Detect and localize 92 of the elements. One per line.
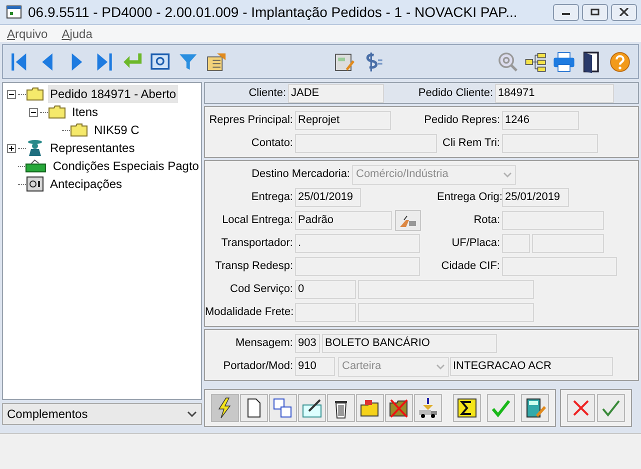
replace-button[interactable] <box>269 394 297 422</box>
chevron-down-icon <box>503 172 512 178</box>
text-field[interactable]: INTEGRACAO ACR <box>450 357 613 376</box>
folder-icon <box>70 123 88 137</box>
tree-item[interactable]: Representantes <box>48 139 137 157</box>
field-label: Cod Serviço: <box>229 282 294 298</box>
delete-button[interactable] <box>327 394 355 422</box>
sigma-icon <box>456 397 478 419</box>
field-label: Rota: <box>472 213 501 228</box>
printer-icon[interactable] <box>552 50 576 74</box>
maximize-icon <box>590 8 600 16</box>
field-label: Cliente: <box>248 86 287 101</box>
field-label: Portador/Mod: <box>222 359 294 374</box>
tree-item[interactable]: Antecipações <box>48 175 124 193</box>
field-label: Cli Rem Tri: <box>442 136 501 152</box>
text-field[interactable]: BOLETO BANCÁRIO <box>322 334 497 353</box>
calculator-icon <box>524 397 546 419</box>
lightning-button[interactable] <box>211 394 239 422</box>
collapse-toggle[interactable] <box>29 108 38 116</box>
safe-icon <box>26 176 44 192</box>
text-field[interactable] <box>295 303 356 322</box>
field-label: Repres Principal: <box>208 113 294 128</box>
text-field[interactable]: 184971 <box>495 84 614 102</box>
text-field[interactable] <box>295 257 420 276</box>
close-icon <box>619 8 629 16</box>
help-icon[interactable] <box>608 50 632 74</box>
field-label: Pedido Repres: <box>423 113 501 128</box>
folder-icon <box>48 105 66 119</box>
ok-button[interactable] <box>597 394 625 422</box>
tree-item[interactable]: Condições Especiais Pagto <box>50 157 201 175</box>
field-label: Pedido Cliente: <box>417 86 494 101</box>
chevron-down-icon <box>187 411 197 417</box>
text-field[interactable] <box>358 303 534 322</box>
window-title: 06.9.5511 - PD4000 - 2.00.01.009 - Implantação Pedidos - 1 - NOVACKI PAP... <box>28 2 518 22</box>
text-field[interactable]: Reprojet <box>295 111 391 130</box>
check-icon <box>490 397 512 419</box>
field-label: Contato: <box>250 136 294 152</box>
field-label: Cidade CIF: <box>440 259 501 274</box>
text-field[interactable] <box>502 234 530 253</box>
field-label: Transp Redesp: <box>214 259 294 274</box>
text-field[interactable]: 903 <box>295 334 320 353</box>
text-field[interactable]: 1246 <box>502 111 579 130</box>
open-folder-button[interactable] <box>356 394 384 422</box>
text-field[interactable]: . <box>295 234 420 253</box>
confirm-button[interactable] <box>487 394 515 422</box>
person-icon <box>26 139 44 157</box>
field-label: UF/Placa: <box>450 236 501 252</box>
grid-pencil-icon <box>301 397 323 419</box>
field-label: Entrega: <box>250 190 294 206</box>
text-field[interactable] <box>502 257 617 276</box>
text-field[interactable] <box>502 134 598 153</box>
field-label: Local Entrega: <box>221 213 294 228</box>
truck-icon <box>417 397 439 419</box>
text-field[interactable] <box>532 234 604 253</box>
cancel-folder-button[interactable] <box>385 394 413 422</box>
text-field[interactable]: JADE <box>288 84 384 102</box>
tree-item[interactable]: Itens <box>70 103 100 121</box>
calculator-button[interactable] <box>521 394 549 422</box>
field-label: Entrega Orig: <box>437 190 502 206</box>
chevron-down-icon <box>436 364 445 370</box>
collapse-toggle[interactable] <box>7 90 16 98</box>
close-button[interactable] <box>611 4 637 20</box>
text-field[interactable]: 25/01/2019 <box>502 188 569 207</box>
text-field[interactable] <box>358 280 534 299</box>
text-field[interactable]: 910 <box>295 357 335 376</box>
text-field[interactable]: 0 <box>295 280 356 299</box>
text-field[interactable] <box>502 211 604 230</box>
complementos-dropdown[interactable]: Complementos <box>2 403 202 425</box>
folder-cross-icon <box>388 397 410 419</box>
text-field[interactable] <box>295 134 437 153</box>
tree-item[interactable]: Pedido 184971 - Aberto <box>48 85 178 103</box>
delivery-location-button[interactable] <box>395 210 421 231</box>
sum-button[interactable] <box>453 394 481 422</box>
cancel-button[interactable] <box>567 394 595 422</box>
text-field[interactable]: 25/01/2019 <box>295 188 361 207</box>
app-icon <box>6 5 22 19</box>
maximize-button[interactable] <box>582 4 608 20</box>
new-document-button[interactable] <box>240 394 268 422</box>
field-label: Destino Mercadoria: <box>250 167 351 182</box>
folder-icon <box>359 397 381 419</box>
truck-button[interactable] <box>414 394 442 422</box>
field-label: Modalidade Frete: <box>205 305 295 320</box>
field-label: Mensagem: <box>234 336 294 352</box>
minimize-button[interactable] <box>553 4 579 20</box>
expand-toggle[interactable] <box>7 144 16 152</box>
text-field[interactable]: Padrão <box>295 211 392 230</box>
menu-item[interactable]: Arquivo <box>7 24 48 42</box>
field-label: Transportador: <box>220 236 294 252</box>
edit-grid-button[interactable] <box>298 394 326 422</box>
menu-item[interactable]: Ajuda <box>62 24 92 42</box>
folder-icon <box>26 87 44 101</box>
tree-item[interactable]: NIK59 C <box>92 121 142 139</box>
